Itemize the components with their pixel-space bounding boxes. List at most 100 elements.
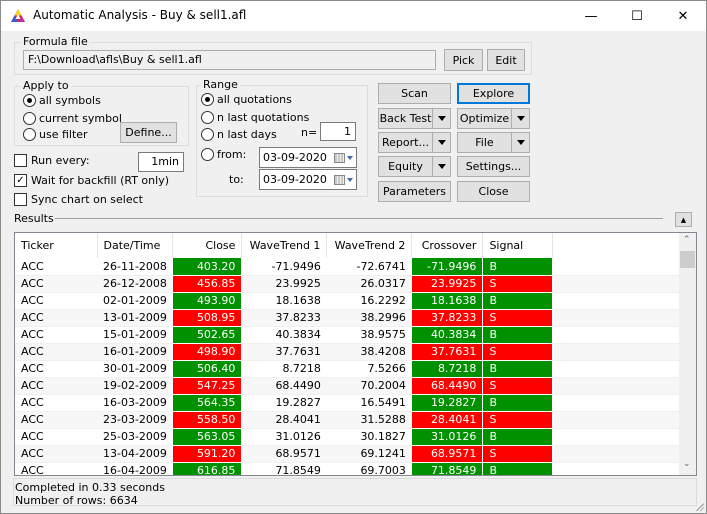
window-title: Automatic Analysis - Buy & sell1.afl [33,8,247,22]
dropdown-arrow-icon[interactable] [432,157,450,176]
to-date-picker[interactable]: 03-09-2020 [259,169,357,190]
close-window-button[interactable]: ✕ [660,1,706,31]
cell-wavetrend2: 26.0317 [326,275,412,293]
radio-n-last-quotations[interactable]: n last quotations [201,111,309,124]
resize-grip-icon[interactable] [694,501,704,511]
radio-current-symbol[interactable]: current symbol [23,112,122,125]
scroll-up-icon[interactable]: ⌃ [683,235,691,245]
cell-wavetrend2: 69.1241 [326,445,412,463]
n-value-field[interactable]: 1 [320,122,356,141]
radio-all-symbols[interactable]: all symbols [23,94,101,107]
table-row[interactable]: ACC 13-01-2009 508.95 37.8233 38.2996 37.8233… [15,309,687,327]
radio-icon [201,128,214,141]
dropdown-arrow-icon[interactable] [511,109,529,128]
cell-ticker: ACC [15,394,97,412]
report-button[interactable]: Report... [378,132,451,153]
table-row[interactable]: ACC 15-01-2009 502.65 40.3834 38.9575 40.3834… [15,326,687,344]
table-row[interactable]: ACC 26-12-2008 456.85 23.9925 26.0317 23.9925… [15,275,687,293]
automatic-analysis-window: Automatic Analysis - Buy & sell1.afl — ☐… [0,0,707,514]
cell-signal: B [482,462,554,475]
define-filter-button[interactable]: Define... [120,122,177,143]
cell-wavetrend2: 16.5491 [326,394,412,412]
cell-wavetrend1: 8.7218 [241,360,327,378]
maximize-icon: ☐ [631,8,643,24]
cell-wavetrend1: 71.8549 [241,462,327,475]
scroll-down-icon[interactable]: ⌄ [683,459,691,469]
results-divider [55,218,663,219]
cell-wavetrend1: 40.3834 [241,326,327,344]
parameters-button[interactable]: Parameters [378,181,451,202]
minimize-button[interactable]: — [568,1,614,31]
back-test-button[interactable]: Back Test [378,108,451,129]
column-header-wavetrend2[interactable]: WaveTrend 2 [326,233,413,258]
range-label: Range [201,78,240,92]
table-row[interactable]: ACC 25-03-2009 563.05 31.0126 30.1827 31.0126… [15,428,687,446]
cell-datetime: 19-02-2009 [97,377,173,395]
column-header-datetime[interactable]: Date/Time [97,233,174,258]
cell-wavetrend2: 38.2996 [326,309,412,327]
calendar-dropdown-icon[interactable] [334,152,353,163]
cell-ticker: ACC [15,343,97,361]
table-row[interactable]: ACC 23-03-2009 558.50 28.4041 31.5288 28.4041… [15,411,687,429]
cell-datetime: 13-04-2009 [97,445,173,463]
cell-datetime: 02-01-2009 [97,292,173,310]
cell-datetime: 30-01-2009 [97,360,173,378]
cell-ticker: ACC [15,292,97,310]
radio-from-date[interactable]: from: [201,148,246,161]
table-row[interactable]: ACC 30-01-2009 506.40 8.7218 7.5266 8.7218 B [15,360,687,378]
wait-for-backfill-checkbox[interactable]: ✓ Wait for backfill (RT only) [14,174,169,187]
table-row[interactable]: ACC 19-02-2009 547.25 68.4490 70.2004 68.4490… [15,377,687,395]
table-row[interactable]: ACC 16-03-2009 564.35 19.2827 16.5491 19.2827… [15,394,687,412]
results-vertical-scrollbar[interactable]: ⌃ ⌄ [679,233,696,475]
optimize-button[interactable]: Optimize [457,108,530,129]
table-row[interactable]: ACC 16-04-2009 616.85 71.8549 69.7003 71.8549… [15,462,687,475]
close-button[interactable]: Close [457,181,530,202]
table-row[interactable]: ACC 02-01-2009 493.90 18.1638 16.2292 18.1638… [15,292,687,310]
table-row[interactable]: ACC 16-01-2009 498.90 37.7631 38.4208 37.7631… [15,343,687,361]
table-row[interactable]: ACC 13-04-2009 591.20 68.9571 69.1241 68.9571… [15,445,687,463]
cell-crossover: 68.4490 [411,377,484,395]
apply-to-label: Apply to [21,79,71,93]
dropdown-arrow-icon[interactable] [511,133,529,152]
checkbox-icon [14,193,27,206]
run-every-checkbox[interactable]: Run every: [14,154,90,167]
run-every-interval-field[interactable]: 1min [138,152,184,172]
from-date-picker[interactable]: 03-09-2020 [259,147,357,168]
maximize-button[interactable]: ☐ [614,1,660,31]
scan-button[interactable]: Scan [378,83,451,104]
calendar-dropdown-icon[interactable] [334,174,353,185]
scrollbar-thumb[interactable] [680,251,695,268]
column-header-wavetrend1[interactable]: WaveTrend 1 [241,233,328,258]
column-header-close[interactable]: Close [172,233,243,258]
column-header-ticker[interactable]: Ticker [15,233,98,258]
table-row[interactable]: ACC 26-11-2008 403.20 -71.9496 -72.6741 -71.9… [15,258,687,276]
column-header-signal[interactable]: Signal [482,233,554,258]
formula-path-field[interactable]: F:\Download\afls\Buy & sell1.afl [23,50,436,70]
radio-icon [201,148,214,161]
collapse-results-button[interactable]: ▲ [675,212,692,227]
status-panel: Completed in 0.33 seconds Number of rows… [13,478,697,507]
cell-wavetrend2: 30.1827 [326,428,412,446]
equity-button[interactable]: Equity [378,156,451,177]
radio-use-filter[interactable]: use filter [23,128,88,141]
sync-chart-checkbox[interactable]: Sync chart on select [14,193,143,206]
dropdown-arrow-icon[interactable] [432,133,450,152]
cell-wavetrend1: -71.9496 [241,258,327,276]
file-button[interactable]: File [457,132,530,153]
explore-button[interactable]: Explore [457,83,530,104]
radio-n-last-days[interactable]: n last days [201,128,277,141]
column-header-crossover[interactable]: Crossover [411,233,484,258]
pick-button[interactable]: Pick [444,49,483,71]
settings-button[interactable]: Settings... [457,156,530,177]
cell-crossover: 8.7218 [411,360,484,378]
dropdown-arrow-icon[interactable] [432,109,450,128]
edit-button[interactable]: Edit [487,49,525,71]
radio-all-quotations[interactable]: all quotations [201,93,292,106]
cell-signal: B [482,360,554,378]
status-completed-text: Completed in 0.33 seconds [15,481,165,494]
cell-close: 563.05 [172,428,243,446]
results-grid[interactable]: Ticker Date/Time Close WaveTrend 1 WaveT… [14,232,697,476]
cell-close: 456.85 [172,275,243,293]
cell-wavetrend1: 37.8233 [241,309,327,327]
checkmark-icon: ✓ [14,174,27,187]
